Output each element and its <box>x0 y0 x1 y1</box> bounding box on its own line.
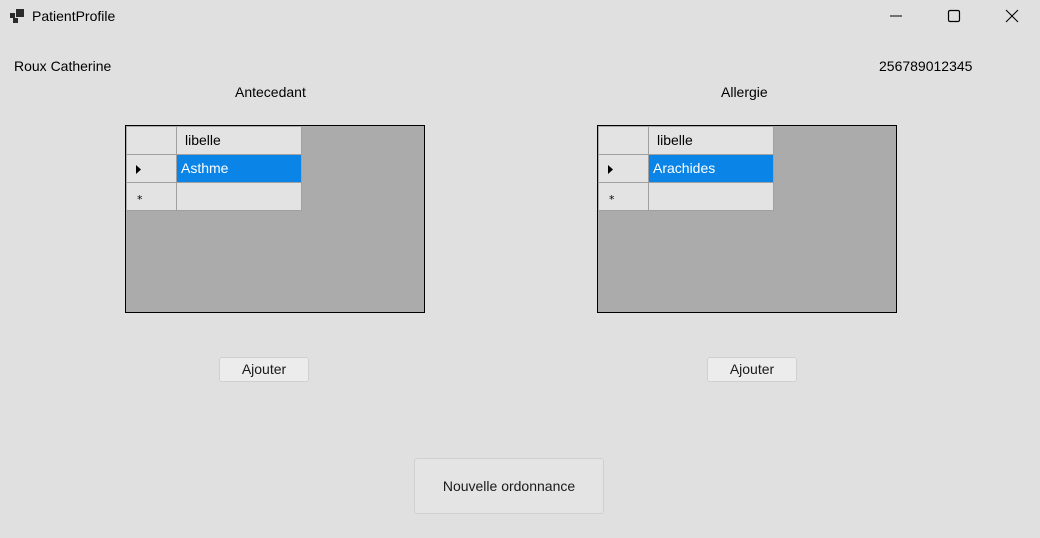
minimize-button[interactable] <box>867 0 925 32</box>
title-bar: PatientProfile <box>0 0 1040 32</box>
new-prescription-button[interactable]: Nouvelle ordonnance <box>414 458 604 514</box>
svg-text:*: * <box>609 193 615 206</box>
new-row-asterisk-icon: * <box>609 193 615 206</box>
antecedent-title: Antecedant <box>235 84 306 100</box>
app-icon <box>10 9 24 23</box>
table-row[interactable]: Arachides <box>599 155 774 183</box>
window-title: PatientProfile <box>32 8 116 24</box>
table-cell-empty[interactable] <box>649 183 774 211</box>
table-cell-empty[interactable] <box>177 183 302 211</box>
grid-corner-header[interactable] <box>599 127 649 155</box>
patient-number: 256789012345 <box>879 58 973 74</box>
current-row-arrow-icon <box>608 165 613 174</box>
new-row-asterisk-icon: * <box>137 193 143 206</box>
table-row[interactable]: Asthme <box>127 155 302 183</box>
row-header[interactable]: * <box>127 183 177 211</box>
add-antecedent-button[interactable]: Ajouter <box>219 357 309 382</box>
maximize-icon <box>947 9 961 23</box>
row-header[interactable]: * <box>599 183 649 211</box>
minimize-icon <box>890 15 902 17</box>
column-header-libelle[interactable]: libelle <box>177 127 302 155</box>
current-row-arrow-icon <box>136 165 141 174</box>
patient-name: Roux Catherine <box>14 58 112 74</box>
close-icon <box>1005 9 1019 23</box>
antecedent-grid[interactable]: libelle Asthme * <box>125 125 425 313</box>
grid-corner-header[interactable] <box>127 127 177 155</box>
row-header[interactable] <box>127 155 177 183</box>
table-cell[interactable]: Arachides <box>649 155 774 183</box>
row-header[interactable] <box>599 155 649 183</box>
close-button[interactable] <box>983 0 1040 32</box>
new-row[interactable]: * <box>599 183 774 211</box>
maximize-button[interactable] <box>925 0 983 32</box>
table-cell[interactable]: Asthme <box>177 155 302 183</box>
new-row[interactable]: * <box>127 183 302 211</box>
column-header-libelle[interactable]: libelle <box>649 127 774 155</box>
svg-text:*: * <box>137 193 143 206</box>
add-allergie-button[interactable]: Ajouter <box>707 357 797 382</box>
grid-header-row: libelle <box>599 127 774 155</box>
allergie-grid[interactable]: libelle Arachides * <box>597 125 897 313</box>
grid-header-row: libelle <box>127 127 302 155</box>
allergie-title: Allergie <box>721 84 768 100</box>
